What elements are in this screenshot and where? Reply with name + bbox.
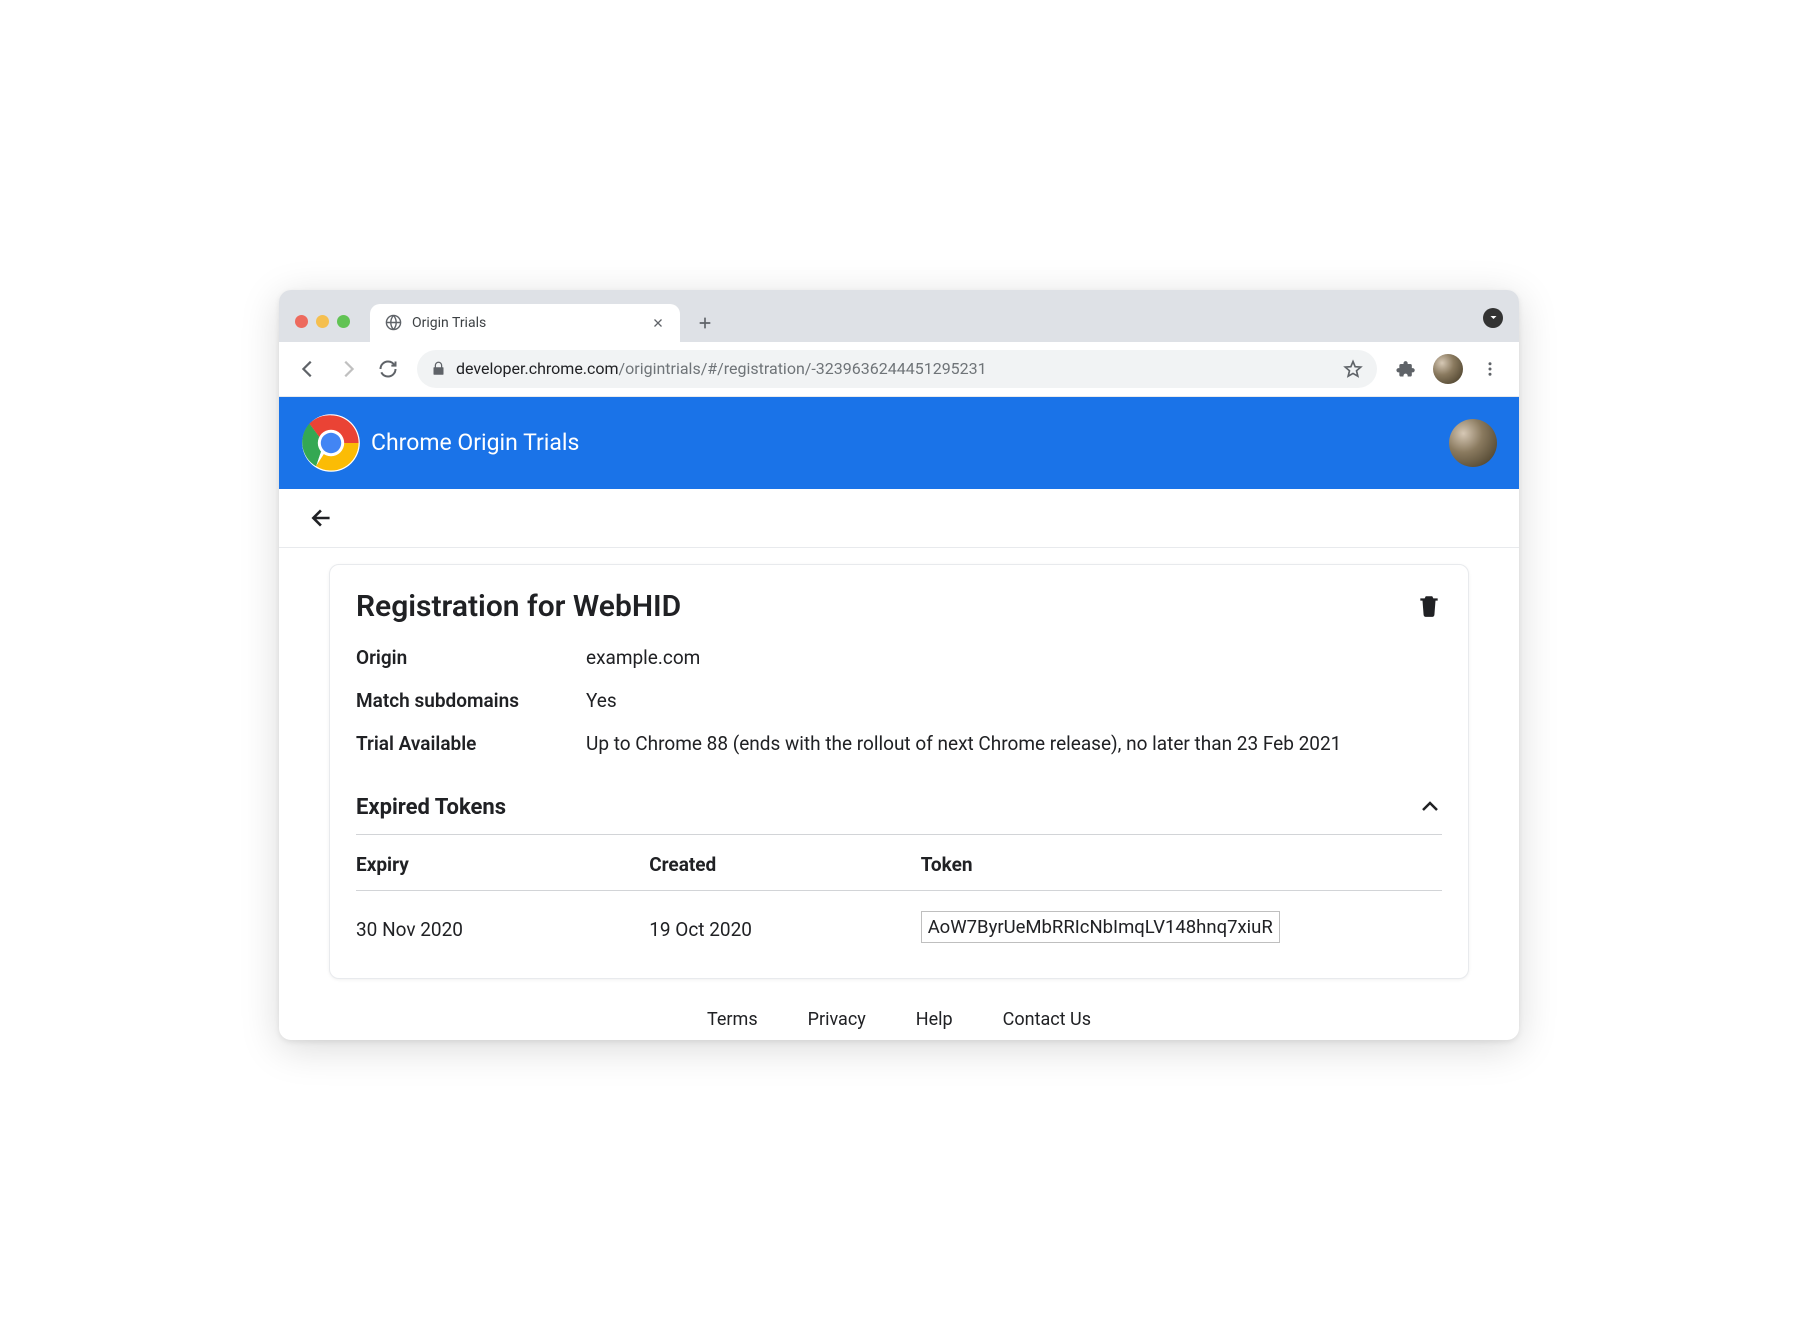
window-controls	[295, 315, 350, 328]
maximize-window-button[interactable]	[337, 315, 350, 328]
tabs-dropdown-icon[interactable]	[1483, 308, 1503, 328]
cell-token: AoW7ByrUeMbRRIcNbImqLV148hnq7xiuR	[921, 890, 1442, 948]
table-row: 30 Nov 2020 19 Oct 2020 AoW7ByrUeMbRRIcN…	[356, 890, 1442, 948]
footer-terms[interactable]: Terms	[707, 1009, 758, 1030]
more-menu-icon[interactable]	[1473, 352, 1507, 386]
origin-value: example.com	[586, 646, 1442, 669]
forward-button[interactable]	[331, 352, 365, 386]
page-title: Registration for WebHID	[356, 589, 1416, 624]
app-header: Chrome Origin Trials	[279, 397, 1519, 489]
browser-toolbar: developer.chrome.com/origintrials/#/regi…	[279, 342, 1519, 397]
tokens-table: Expiry Created Token 30 Nov 2020 19 Oct …	[356, 835, 1442, 948]
subdomains-label: Match subdomains	[356, 689, 576, 712]
subdomains-value: Yes	[586, 689, 1442, 712]
tokens-section-header: Expired Tokens	[356, 795, 1442, 835]
footer: Terms Privacy Help Contact Us	[279, 979, 1519, 1040]
cell-expiry: 30 Nov 2020	[356, 890, 649, 948]
footer-contact[interactable]: Contact Us	[1003, 1009, 1091, 1030]
lock-icon	[431, 361, 446, 376]
url-path: /origintrials/#/registration/-3239636244…	[619, 359, 987, 378]
header-avatar[interactable]	[1449, 419, 1497, 467]
footer-help[interactable]: Help	[916, 1009, 953, 1030]
url-text: developer.chrome.com/origintrials/#/regi…	[456, 359, 1333, 378]
extensions-icon[interactable]	[1389, 352, 1423, 386]
main-content: Registration for WebHID Origin example.c…	[279, 548, 1519, 979]
url-host: developer.chrome.com	[456, 359, 619, 378]
tab-title: Origin Trials	[412, 315, 640, 331]
back-button[interactable]	[291, 352, 325, 386]
reload-button[interactable]	[371, 352, 405, 386]
close-tab-icon[interactable]	[650, 315, 666, 331]
cell-created: 19 Oct 2020	[649, 890, 921, 948]
subheader	[279, 489, 1519, 548]
footer-privacy[interactable]: Privacy	[808, 1009, 866, 1030]
trial-label: Trial Available	[356, 732, 576, 755]
close-window-button[interactable]	[295, 315, 308, 328]
col-expiry: Expiry	[356, 835, 649, 891]
profile-avatar[interactable]	[1433, 354, 1463, 384]
chevron-up-icon[interactable]	[1418, 795, 1442, 819]
trial-value: Up to Chrome 88 (ends with the rollout o…	[586, 732, 1442, 755]
address-bar[interactable]: developer.chrome.com/origintrials/#/regi…	[417, 350, 1377, 388]
chrome-logo-icon	[301, 413, 361, 473]
globe-icon	[384, 314, 402, 332]
browser-tab[interactable]: Origin Trials	[370, 304, 680, 342]
token-value[interactable]: AoW7ByrUeMbRRIcNbImqLV148hnq7xiuR	[921, 911, 1280, 943]
tab-strip: Origin Trials	[279, 290, 1519, 342]
info-grid: Origin example.com Match subdomains Yes …	[356, 646, 1442, 755]
origin-label: Origin	[356, 646, 576, 669]
browser-window: Origin Trials developer.chrome.com	[279, 290, 1519, 1040]
new-tab-button[interactable]	[690, 308, 720, 338]
col-token: Token	[921, 835, 1442, 891]
col-created: Created	[649, 835, 921, 891]
app-title: Chrome Origin Trials	[371, 429, 579, 456]
tokens-section-title: Expired Tokens	[356, 795, 1418, 820]
minimize-window-button[interactable]	[316, 315, 329, 328]
back-arrow-icon[interactable]	[307, 503, 337, 533]
card-header: Registration for WebHID	[356, 589, 1442, 624]
registration-card: Registration for WebHID Origin example.c…	[329, 564, 1469, 979]
delete-icon[interactable]	[1416, 593, 1442, 619]
bookmark-star-icon[interactable]	[1343, 359, 1363, 379]
